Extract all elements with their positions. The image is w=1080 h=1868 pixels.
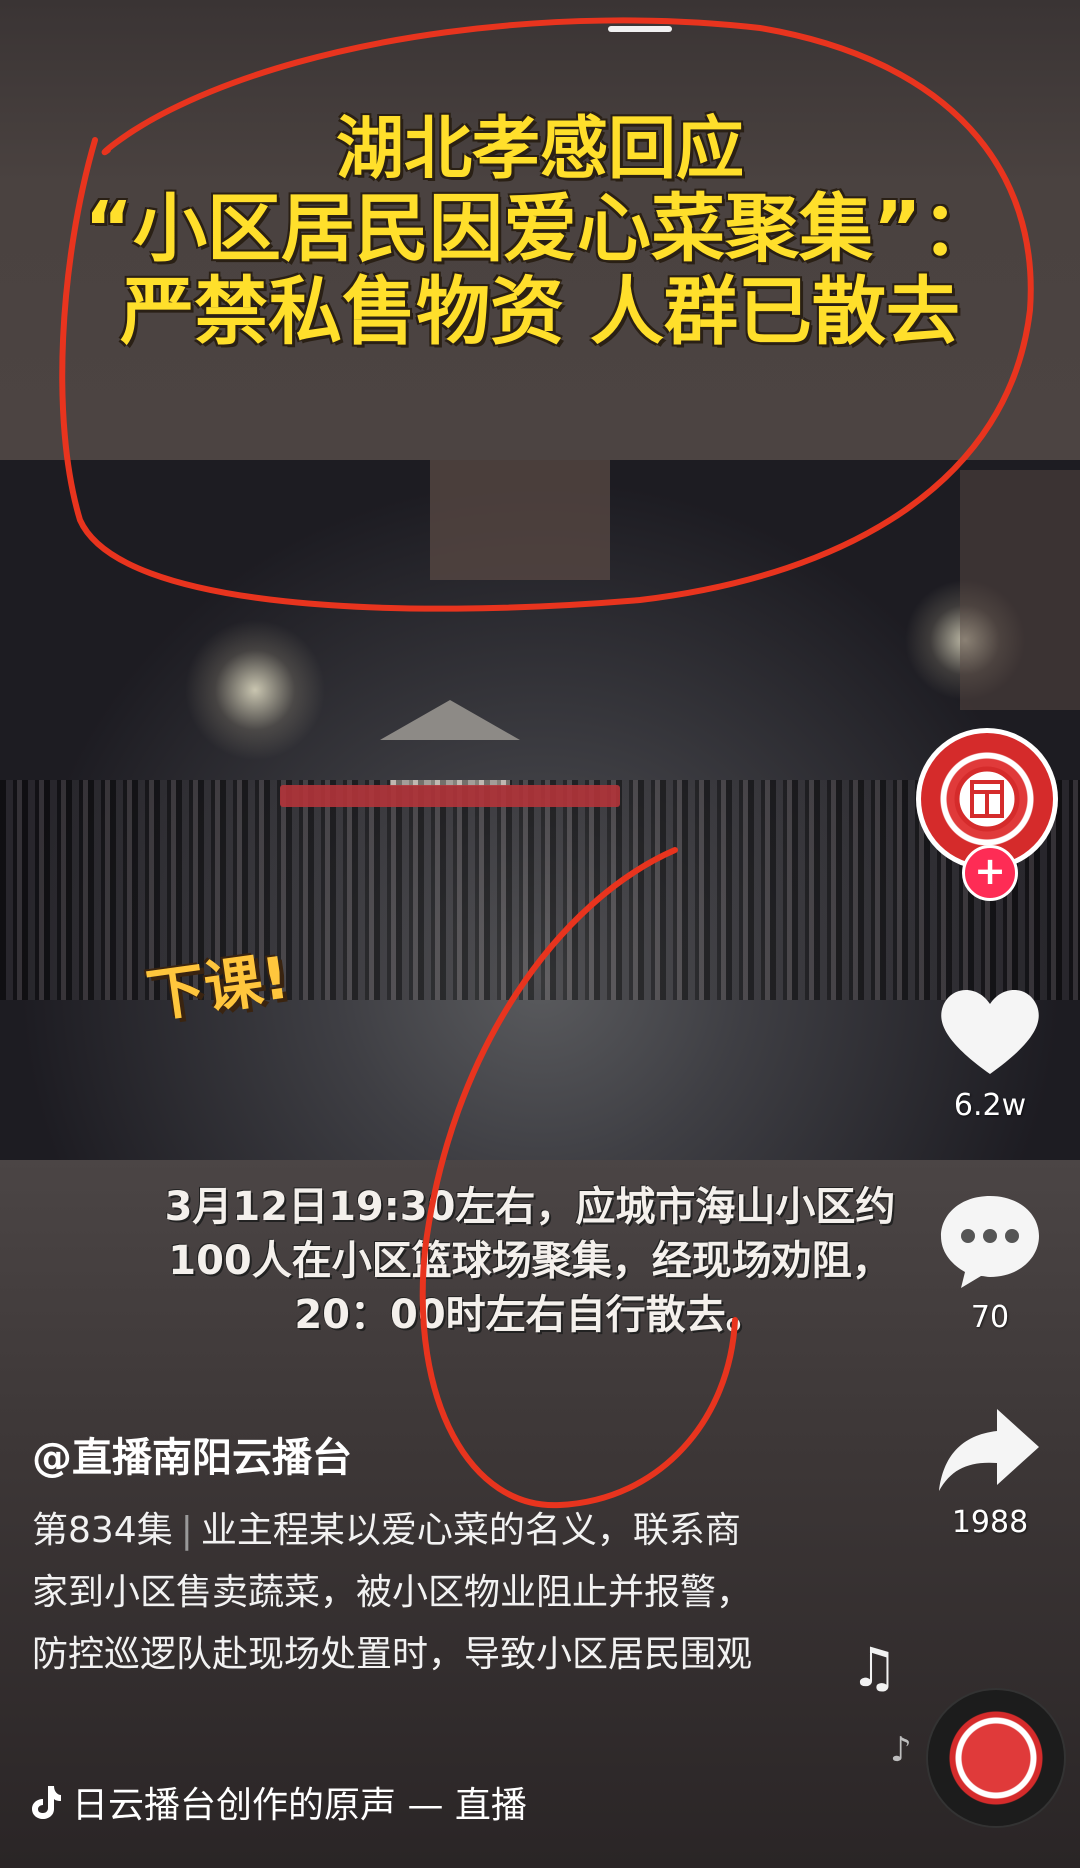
seal-icon [954,766,1020,832]
comment-button[interactable]: 70 [920,1190,1060,1335]
building [960,470,1080,710]
creator-handle[interactable]: @直播南阳云播台 [32,1425,352,1483]
like-count: 6.2w [953,1088,1027,1123]
music-title: 日云播台创作的原声 — 直播 [72,1785,527,1826]
caption-line-3: 20：00时左右自行散去。 [294,1292,766,1338]
headline-line-1: 湖北孝感回应 [335,110,744,189]
heart-icon [941,989,1039,1074]
separator: | [180,1510,193,1551]
music-note-icon: ♪ [890,1730,912,1770]
like-button[interactable]: 6.2w [920,982,1060,1123]
video-headline: 湖北孝感回应 “小区居民因爱心菜聚集”： 严禁私售物资 人群已散去 [40,110,1040,356]
caption-line-2: 100人在小区篮球场聚集，经现场劝阻， [168,1238,892,1284]
page-indicator [608,26,672,32]
pavilion [380,700,520,786]
red-banner [280,785,620,807]
headline-line-3: 严禁私售物资 人群已散去 [120,269,960,356]
building [430,460,610,580]
comment-icon [941,1196,1039,1288]
share-count: 1988 [951,1505,1029,1540]
share-icon [939,1409,1039,1491]
share-button[interactable]: 1988 [920,1405,1060,1540]
music-note-icon: ♫ [850,1636,899,1699]
headline-line-2: “小区居民因爱心菜聚集”： [84,186,996,273]
video-caption: 3月12日19:30左右，应城市海山小区约 100人在小区篮球场聚集，经现场劝阻… [60,1180,1000,1342]
episode-label: 第834集 [32,1510,173,1551]
caption-line-1: 3月12日19:30左右，应城市海山小区约 [164,1184,896,1230]
comment-count: 70 [970,1300,1010,1335]
tiktok-logo-icon [32,1786,61,1819]
follow-button[interactable]: + [962,845,1018,901]
post-description: 第834集 | 业主程某以爱心菜的名义，联系商家到小区售卖蔬菜，被小区物业阻止并报警… [32,1500,772,1686]
music-disc-icon[interactable] [928,1690,1064,1826]
music-row[interactable]: 日云播台创作的原声 — 直播 [30,1776,527,1828]
